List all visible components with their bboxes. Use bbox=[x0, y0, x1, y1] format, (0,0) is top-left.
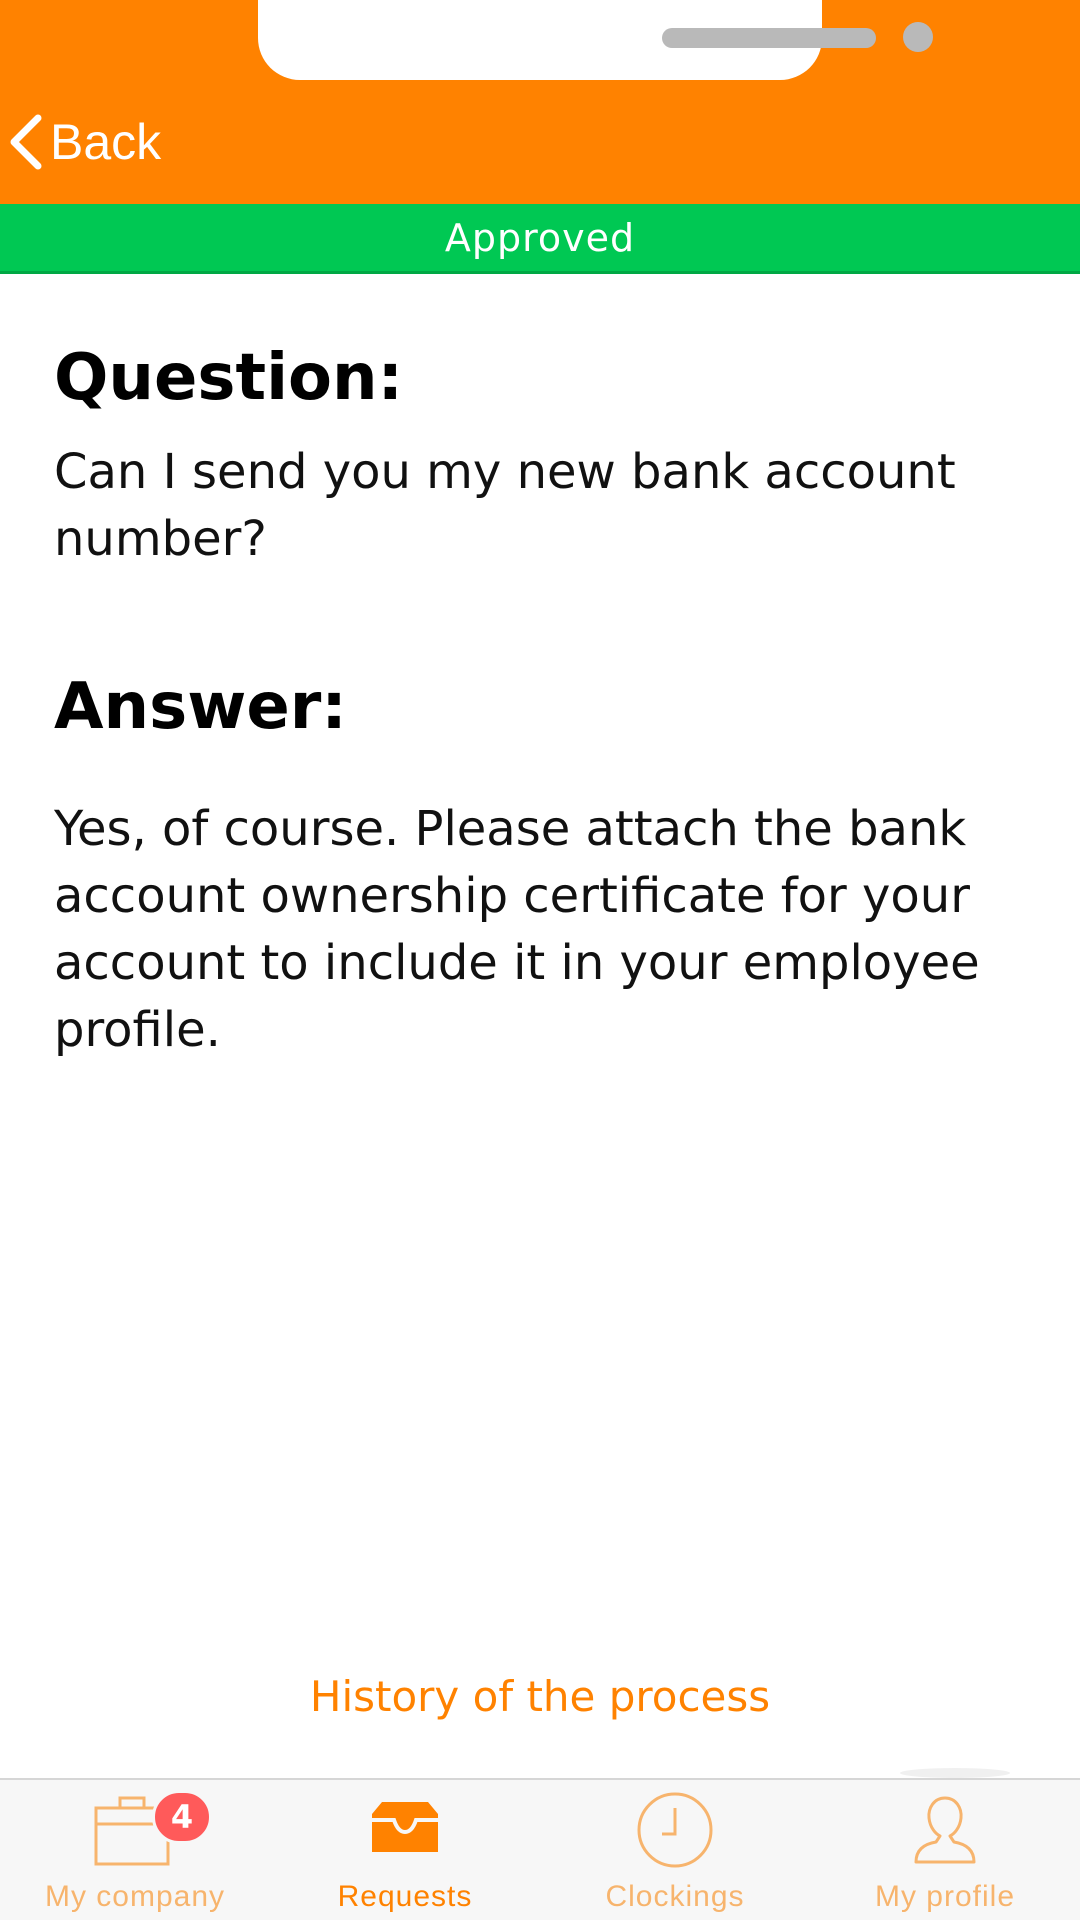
device-notch bbox=[258, 0, 933, 80]
inbox-tray-icon bbox=[372, 1802, 438, 1852]
back-button[interactable]: Back bbox=[6, 108, 161, 176]
tab-my-company[interactable]: 4 My company bbox=[0, 1780, 270, 1920]
clock-icon bbox=[637, 1792, 713, 1868]
tab-label: My profile bbox=[874, 1880, 1016, 1913]
notification-badge: 4 bbox=[152, 1790, 212, 1844]
history-of-process-link[interactable]: History of the process bbox=[0, 1672, 1080, 1721]
question-heading: Question: bbox=[54, 341, 404, 415]
tab-clockings[interactable]: Clockings bbox=[540, 1780, 810, 1920]
request-detail: Question: Can I send you my new bank acc… bbox=[54, 340, 1014, 1064]
app-screen: Back Approved Question: Can I send you m… bbox=[0, 0, 1080, 1920]
tab-label: My company bbox=[44, 1880, 226, 1913]
tab-label: Requests bbox=[337, 1880, 473, 1913]
front-camera bbox=[903, 22, 933, 52]
tab-requests[interactable]: Requests bbox=[270, 1780, 540, 1920]
user-icon bbox=[914, 1796, 976, 1864]
chevron-left-icon bbox=[10, 114, 42, 170]
answer-heading: Answer: bbox=[54, 669, 347, 744]
tab-my-profile[interactable]: My profile bbox=[810, 1780, 1080, 1920]
navigation-header: Back bbox=[0, 0, 1080, 204]
tab-bar: 4 My company Requests Clockings My profi… bbox=[0, 1778, 1080, 1920]
back-label: Back bbox=[50, 114, 162, 170]
speaker-grille bbox=[662, 28, 876, 48]
answer-text: Yes, of course. Please attach the bank a… bbox=[54, 800, 980, 1058]
question-text: Can I send you my new bank account numbe… bbox=[54, 443, 956, 567]
tab-label: Clockings bbox=[605, 1880, 745, 1913]
scroll-shadow bbox=[900, 1768, 1010, 1778]
status-text: Approved bbox=[444, 215, 636, 260]
status-banner: Approved bbox=[0, 204, 1080, 274]
